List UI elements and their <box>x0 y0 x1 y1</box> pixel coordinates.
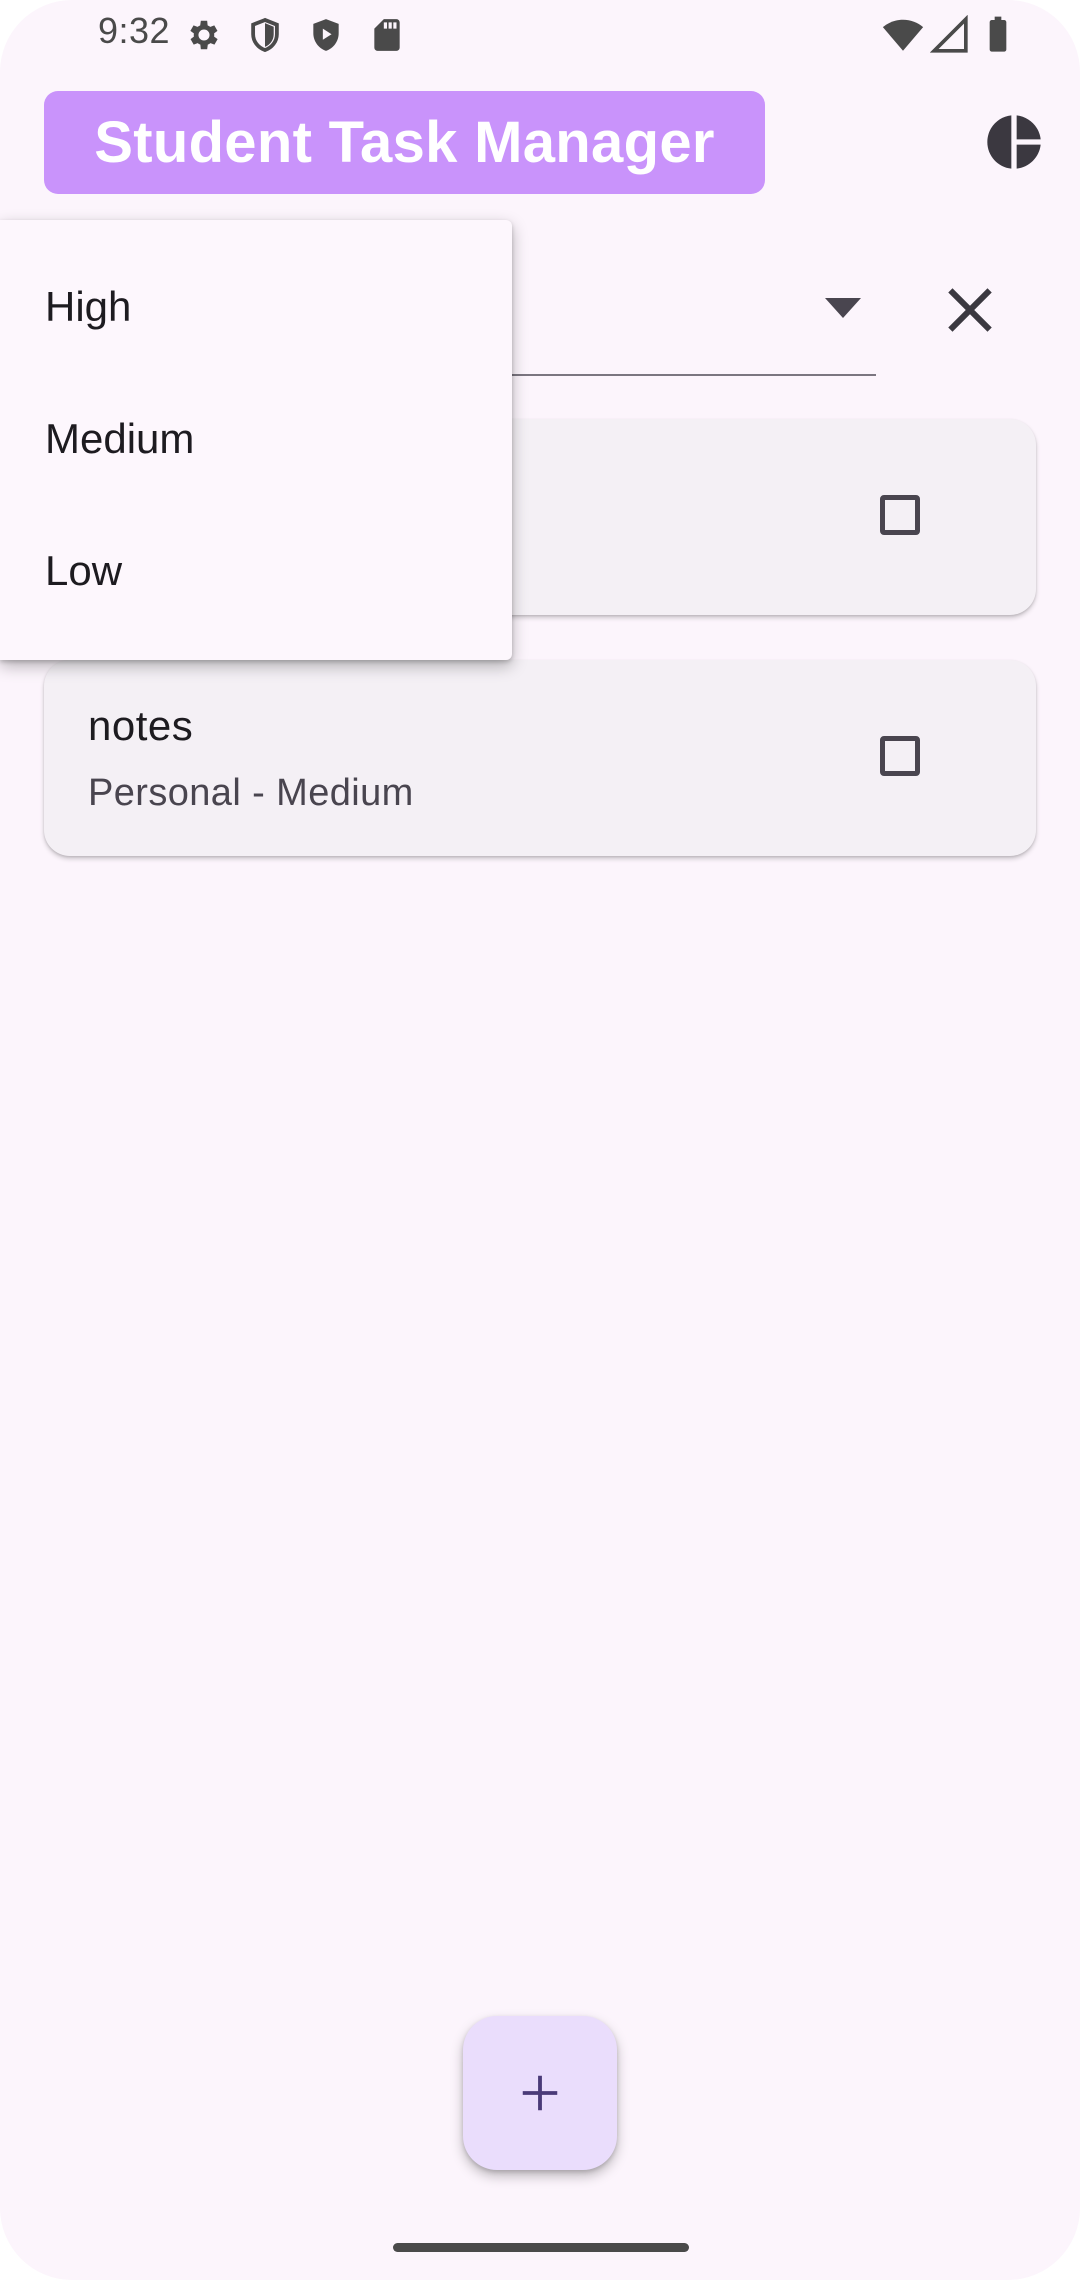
menu-item-high[interactable]: High <box>0 241 512 373</box>
shield-icon <box>251 17 279 53</box>
gesture-nav-bar[interactable] <box>393 2243 689 2252</box>
menu-item-label: Medium <box>45 415 195 462</box>
sd-card-icon <box>374 19 400 51</box>
menu-item-label: High <box>45 283 132 330</box>
task-subtitle: Personal - Medium <box>88 772 414 814</box>
add-task-button[interactable] <box>463 2016 617 2170</box>
status-time: 9:32 <box>98 10 171 51</box>
play-shield-icon <box>313 19 339 51</box>
task-checkbox[interactable] <box>880 495 920 535</box>
settings-icon <box>190 20 218 50</box>
dropdown-arrow-icon <box>825 298 861 318</box>
menu-item-label: Low <box>45 547 123 594</box>
priority-menu: High Medium Low <box>0 220 512 660</box>
pie-chart-icon[interactable] <box>982 110 1046 174</box>
task-title: notes <box>88 702 194 749</box>
cell-signal-icon <box>930 15 968 53</box>
menu-item-low[interactable]: Low <box>0 505 512 637</box>
status-bar: 9:32 <box>0 0 1080 70</box>
task-checkbox[interactable] <box>880 736 920 776</box>
add-icon <box>522 2075 558 2111</box>
close-icon[interactable] <box>940 280 1000 340</box>
app-screen: 9:32 Student Task Manager notes Personal… <box>0 0 1080 2280</box>
wifi-icon <box>882 19 924 51</box>
battery-icon <box>989 16 1007 52</box>
app-title: Student Task Manager <box>94 110 715 175</box>
menu-item-medium[interactable]: Medium <box>0 373 512 505</box>
app-title-badge: Student Task Manager <box>44 91 765 194</box>
task-card[interactable]: notes Personal - Medium <box>44 660 1036 856</box>
